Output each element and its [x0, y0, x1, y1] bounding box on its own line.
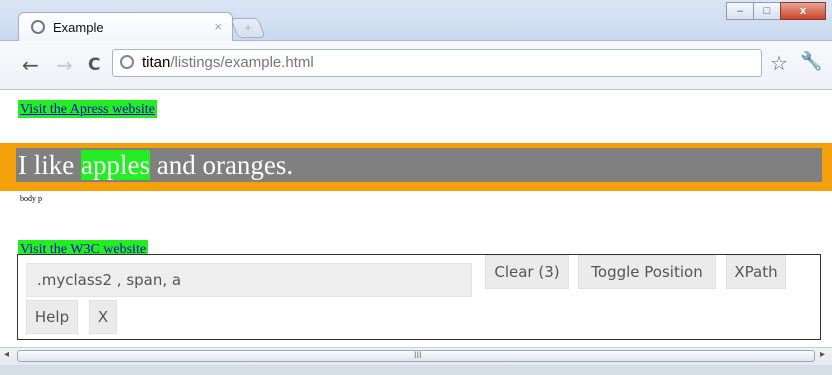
scrollbar-thumb[interactable]: III [17, 350, 815, 362]
horizontal-scrollbar[interactable]: ◂ III ▸ [0, 347, 832, 365]
address-bar[interactable]: titan/listings/example.html [112, 49, 762, 77]
close-panel-button[interactable]: X [89, 300, 117, 334]
selector-toolbar: .myclass2 , span, a Clear (3) Toggle Pos… [17, 254, 821, 340]
tab-title: Example [53, 20, 104, 35]
url-text: titan/listings/example.html [142, 54, 314, 71]
toggle-position-button[interactable]: Toggle Position [578, 255, 716, 289]
plus-icon: + [244, 20, 252, 35]
clear-button[interactable]: Clear (3) [485, 255, 569, 289]
wrench-icon[interactable]: 🔧 [800, 51, 822, 72]
selector-input[interactable]: .myclass2 , span, a [26, 263, 472, 297]
apress-link-box: Visit the Apress website [18, 100, 157, 118]
forward-arrow-icon[interactable]: → [56, 53, 73, 77]
grip-icon: III [414, 350, 422, 360]
bookmark-star-icon[interactable]: ☆ [770, 51, 788, 76]
window-controls: – □ x [726, 2, 826, 20]
window-titlebar: Example × + – □ x [0, 0, 832, 42]
close-window-button[interactable]: x [780, 2, 826, 20]
reload-icon[interactable]: C [88, 55, 100, 75]
tab-close-icon[interactable]: × [214, 19, 222, 34]
globe-icon [31, 20, 45, 34]
window-bottom-border [0, 365, 832, 375]
browser-toolbar: ← → C titan/listings/example.html ☆ 🔧 [0, 41, 832, 90]
paragraph-text: I like apples and oranges. [18, 150, 294, 180]
paragraph: I like apples and oranges. [16, 148, 822, 182]
browser-tab[interactable]: Example × [18, 12, 233, 42]
apress-link[interactable]: Visit the Apress website [20, 102, 155, 117]
xpath-button[interactable]: XPath [726, 255, 786, 289]
element-path-label: body p [20, 194, 42, 203]
help-button[interactable]: Help [26, 300, 78, 334]
scroll-right-icon[interactable]: ▸ [820, 349, 825, 360]
highlighted-span: apples [80, 150, 150, 180]
maximize-button[interactable]: □ [753, 2, 781, 20]
page-icon [120, 55, 134, 69]
back-arrow-icon[interactable]: ← [22, 53, 39, 77]
scroll-left-icon[interactable]: ◂ [4, 349, 9, 360]
minimize-button[interactable]: – [726, 2, 754, 20]
new-tab-button[interactable]: + [230, 18, 266, 38]
